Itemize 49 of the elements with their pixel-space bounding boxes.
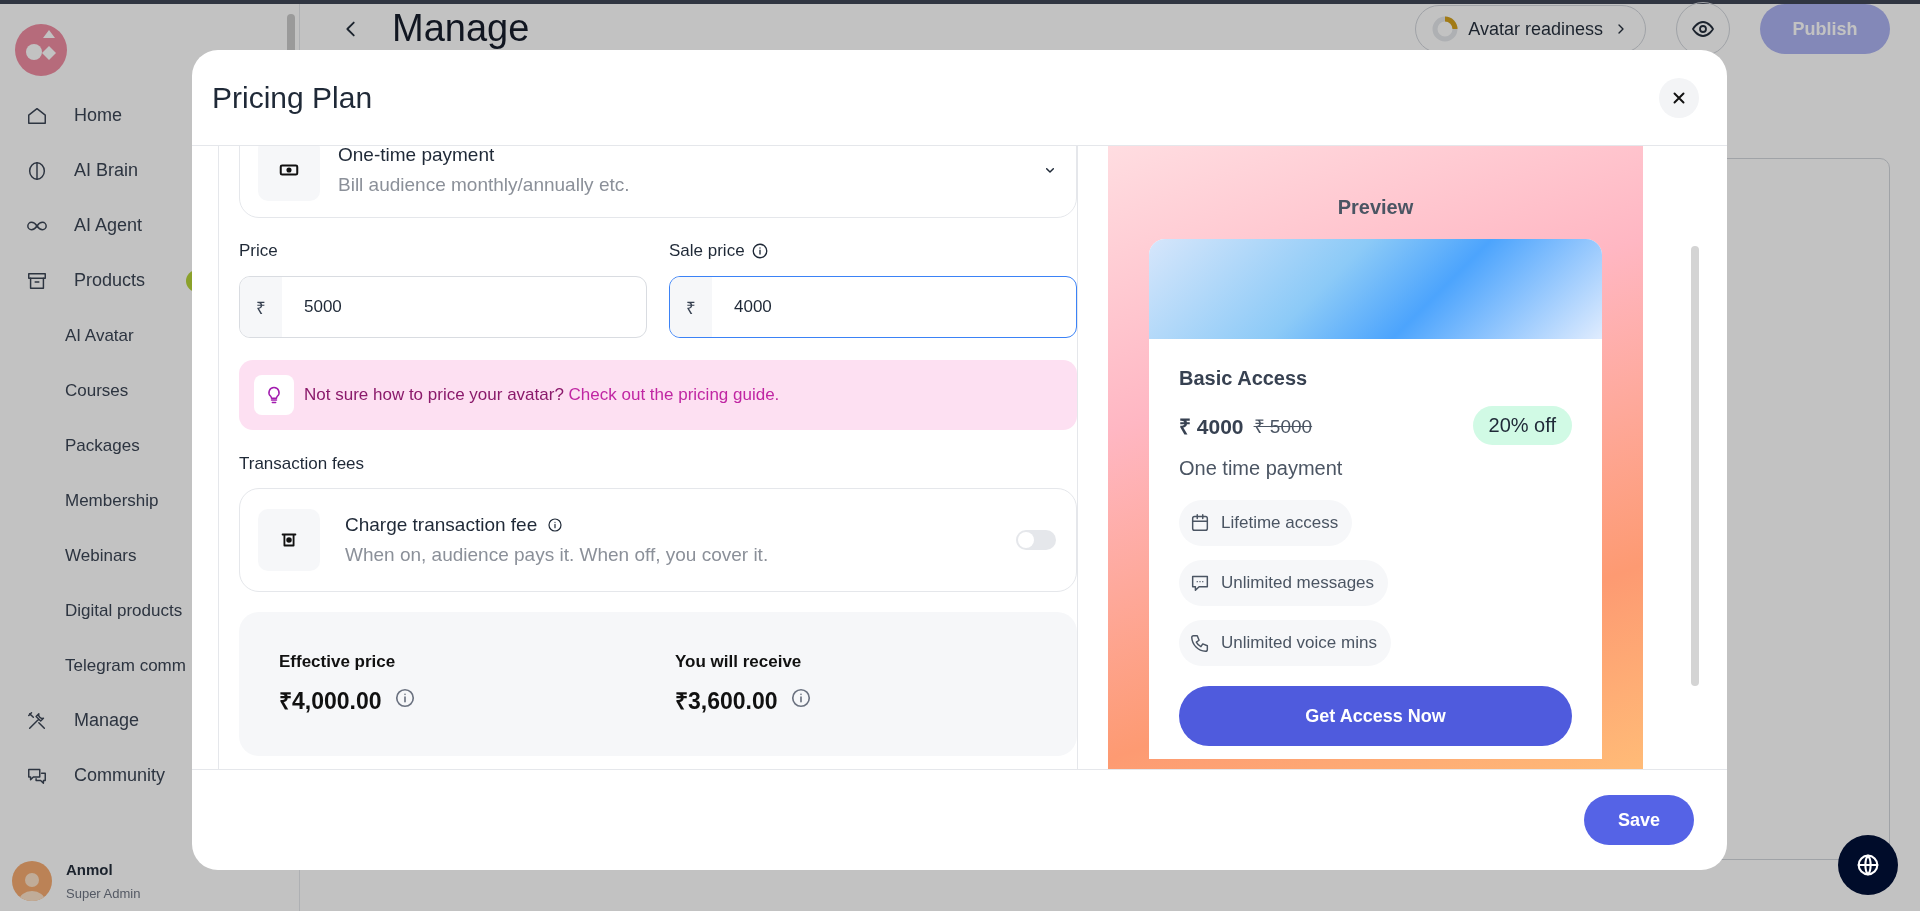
price-field[interactable]: ₹ 4000	[669, 276, 1077, 338]
user-name: Anmol	[66, 861, 114, 878]
logo-icon	[15, 24, 67, 76]
phone-icon	[1189, 632, 1211, 654]
field-label: Sale price	[669, 241, 745, 261]
summary-label: You will receive	[675, 652, 803, 672]
plan-name: Basic Access	[1179, 367, 1309, 390]
brain-icon	[26, 159, 48, 182]
fee-description: When on, audience pays it. When off, you cover it.	[345, 544, 770, 566]
get-access-button[interactable]: Get Access Now	[1179, 686, 1572, 746]
summary-label: Effective price	[279, 652, 397, 672]
section-heading: Transaction fees	[239, 454, 366, 474]
info-icon	[789, 687, 812, 709]
fee-title: Charge transaction fee	[345, 514, 538, 536]
currency-symbol: ₹	[670, 277, 712, 337]
user-role: Super Admin	[66, 886, 141, 901]
pricing-guide-link[interactable]: Check out the pricing guide.	[568, 385, 780, 404]
price-field[interactable]: ₹ 5000	[239, 276, 647, 338]
info-icon	[393, 687, 416, 709]
summary-value: ₹4,000.00	[279, 687, 382, 716]
progress-ring-icon	[1432, 16, 1459, 42]
field-label: Price	[239, 241, 278, 261]
info-icon	[750, 242, 769, 260]
assistant-button[interactable]	[1838, 835, 1898, 895]
close-button[interactable]	[1659, 77, 1699, 118]
preview-heading: Preview	[1337, 196, 1414, 219]
page-title: Manage	[392, 9, 530, 49]
sidebar-item[interactable]: Community	[0, 748, 299, 803]
feature-chip: Unlimited messages	[1179, 560, 1389, 606]
payment-type-select[interactable]: One-time payment Bill audience monthly/annually etc.	[239, 146, 1077, 218]
tools-icon	[26, 709, 48, 732]
original-price: ₹ 5000	[1253, 414, 1313, 439]
discount-badge: 20% off	[1472, 406, 1572, 445]
price-input[interactable]: 5000	[282, 277, 646, 337]
fee-toggle[interactable]	[1016, 530, 1056, 550]
summary-value: ₹3,600.00	[675, 687, 778, 716]
feature-chip: Unlimited voice mins	[1179, 620, 1391, 666]
calendar-icon	[1189, 512, 1211, 534]
dialog-title: Pricing Plan	[212, 80, 373, 115]
avatar-icon	[12, 861, 52, 901]
plan-price: ₹ 4000	[1179, 413, 1244, 440]
info-icon	[547, 517, 564, 533]
currency-symbol: ₹	[240, 277, 282, 337]
feature-chip: Lifetime access	[1179, 500, 1353, 546]
billing-type: One time payment	[1179, 457, 1344, 480]
save-button[interactable]: Save	[1584, 795, 1694, 845]
price-input[interactable]: 4000	[712, 277, 1076, 337]
tip-text: Not sure how to price your avatar? Check out the pricing guide.	[304, 385, 780, 405]
scrollbar[interactable]	[1691, 246, 1699, 686]
